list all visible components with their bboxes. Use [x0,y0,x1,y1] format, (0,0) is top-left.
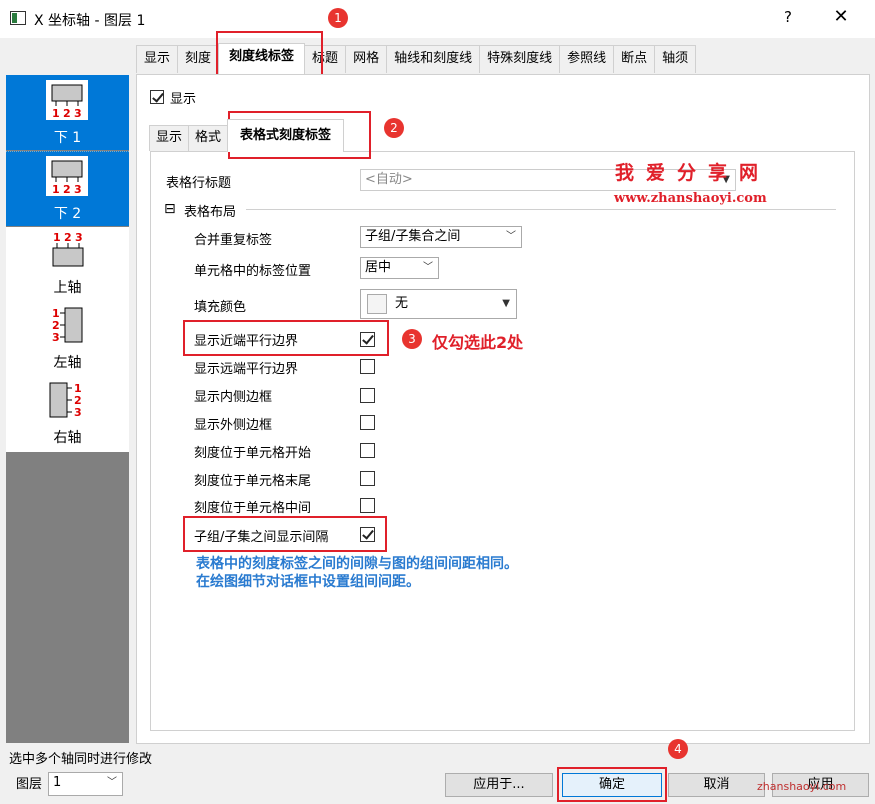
check-inner-frame-label: 显示内侧边框 [194,390,273,405]
axis-item-bottom-1[interactable]: 1 2 3 下 1 [6,75,129,150]
svg-text:3: 3 [75,231,83,244]
tab-tick-labels[interactable]: 刻度线标签 [218,43,306,74]
svg-text:2: 2 [63,107,71,120]
left-axis-icon: 1 2 3 [52,307,83,344]
dropdown-arrow-icon: ▼ [502,298,510,309]
show-checkbox[interactable] [150,90,164,104]
row-title-label: 表格行标题 [166,176,232,191]
tab-breaks[interactable]: 断点 [613,45,656,73]
layer-value: 1 [53,775,62,790]
bottom-axis-icon: 1 2 3 [46,156,88,196]
far-border-checkbox[interactable] [360,359,375,374]
show-label: 显示 [170,92,197,107]
tick-start-checkbox[interactable] [360,443,375,458]
highlight-box-subgroup-gap [183,516,387,552]
watermark-text: 我爱分享网 [615,162,771,184]
chevron-down-icon: ﹀ [423,262,433,273]
top-axis-icon: 1 2 3 [52,231,84,267]
instruction-note: 仅勾选此2处 [432,333,524,352]
info-note-line1: 表格中的刻度标签之间的间隙与图的组间间距相同。 [196,556,518,572]
layout-group-label: 表格布局 [184,205,237,220]
check-tick-end-label: 刻度位于单元格末尾 [194,474,312,489]
bottom-axis-icon: 1 2 3 [46,80,88,120]
tab-scale[interactable]: 刻度 [177,45,220,73]
right-axis-icon: 1 2 3 [49,382,82,419]
check-outer-frame-label: 显示外侧边框 [194,418,273,433]
axis-label: 左轴 [53,355,82,371]
sub-tab-bar: 显示 格式 表格式刻度标签 [149,119,345,152]
chevron-down-icon: ﹀ [506,231,516,242]
app-icon [10,11,26,25]
row-title-value: <自动> [365,172,413,187]
badge-3: 3 [402,329,422,349]
badge-4: 4 [668,739,688,759]
apply-to-button[interactable]: 应用于... [445,773,553,797]
top-tab-bar: 显示 刻度 刻度线标签 标题 网格 轴线和刻度线 特殊刻度线 参照线 断点 轴须 [136,43,697,74]
axis-item-left[interactable]: 1 2 3 左轴 [6,302,129,377]
badge-1: 1 [328,8,348,28]
tab-reference-lines[interactable]: 参照线 [559,45,615,73]
collapse-icon[interactable]: ⊟ [164,201,176,217]
bottom-watermark: zhanshaoyi.com [757,780,847,793]
outer-frame-checkbox[interactable] [360,415,375,430]
axis-label: 右轴 [53,430,82,446]
tab-grid[interactable]: 网格 [345,45,388,73]
axis-label: 上轴 [53,280,82,296]
subtab-table-tick-labels[interactable]: 表格式刻度标签 [227,119,345,152]
close-button[interactable]: ✕ [826,6,856,32]
svg-text:1: 1 [52,107,60,120]
svg-text:3: 3 [74,107,82,120]
tick-end-checkbox[interactable] [360,471,375,486]
check-far-border-label: 显示远端平行边界 [194,362,299,377]
fill-value: 无 [395,296,409,311]
axis-item-bottom-2[interactable]: 1 2 3 下 2 [6,151,129,226]
check-tick-middle-label: 刻度位于单元格中间 [194,501,312,516]
position-select[interactable]: 居中 ﹀ [360,257,439,279]
check-tick-start-label: 刻度位于单元格开始 [194,446,312,461]
window-title: X 坐标轴 - 图层 1 [34,13,146,29]
merge-label: 合并重复标签 [194,233,273,248]
highlight-box-near-border [183,320,389,356]
svg-text:2: 2 [63,183,71,196]
layer-select[interactable]: 1 ﹀ [48,772,123,796]
chevron-down-icon: ﹀ [107,777,117,788]
title-bar: X 坐标轴 - 图层 1 ? ✕ [0,0,875,38]
layer-label: 图层 [16,777,43,792]
fill-color-select[interactable]: 无 ▼ [360,289,517,319]
status-text: 选中多个轴同时进行修改 [9,752,153,767]
merge-select[interactable]: 子组/子集合之间 ﹀ [360,226,522,248]
position-label: 单元格中的标签位置 [194,264,312,279]
axis-label: 下 1 [53,130,82,146]
badge-2: 2 [384,118,404,138]
color-swatch [367,294,387,314]
inner-frame-checkbox[interactable] [360,388,375,403]
svg-text:3: 3 [52,331,60,344]
group-divider [246,209,836,210]
svg-text:3: 3 [74,406,82,419]
svg-text:2: 2 [64,231,72,244]
svg-text:1: 1 [52,183,60,196]
merge-value: 子组/子集合之间 [365,229,461,244]
info-note-line2: 在绘图细节对话框中设置组间间距。 [196,574,420,590]
help-button[interactable]: ? [778,8,798,30]
fill-label: 填充颜色 [194,300,247,315]
cancel-button[interactable]: 取消 [668,773,765,797]
tab-rug[interactable]: 轴须 [654,45,697,73]
svg-text:1: 1 [53,231,61,244]
axis-list-panel: 1 2 3 下 1 1 2 3 下 2 1 2 3 上轴 1 2 3 左轴 1 … [6,75,129,743]
tab-display[interactable]: 显示 [136,45,179,73]
axis-label: 下 2 [53,206,82,222]
position-value: 居中 [365,260,392,275]
tick-middle-checkbox[interactable] [360,498,375,513]
subtab-display[interactable]: 显示 [149,125,190,151]
highlight-box-ok [557,767,667,802]
subtab-format[interactable]: 格式 [188,125,229,151]
axis-item-top[interactable]: 1 2 3 上轴 [6,227,129,302]
tab-line-ticks[interactable]: 轴线和刻度线 [386,45,481,73]
axis-item-right[interactable]: 1 2 3 右轴 [6,377,129,452]
watermark-url: www.zhanshaoyi.com [614,191,767,206]
svg-text:3: 3 [74,183,82,196]
tab-special-ticks[interactable]: 特殊刻度线 [479,45,561,73]
